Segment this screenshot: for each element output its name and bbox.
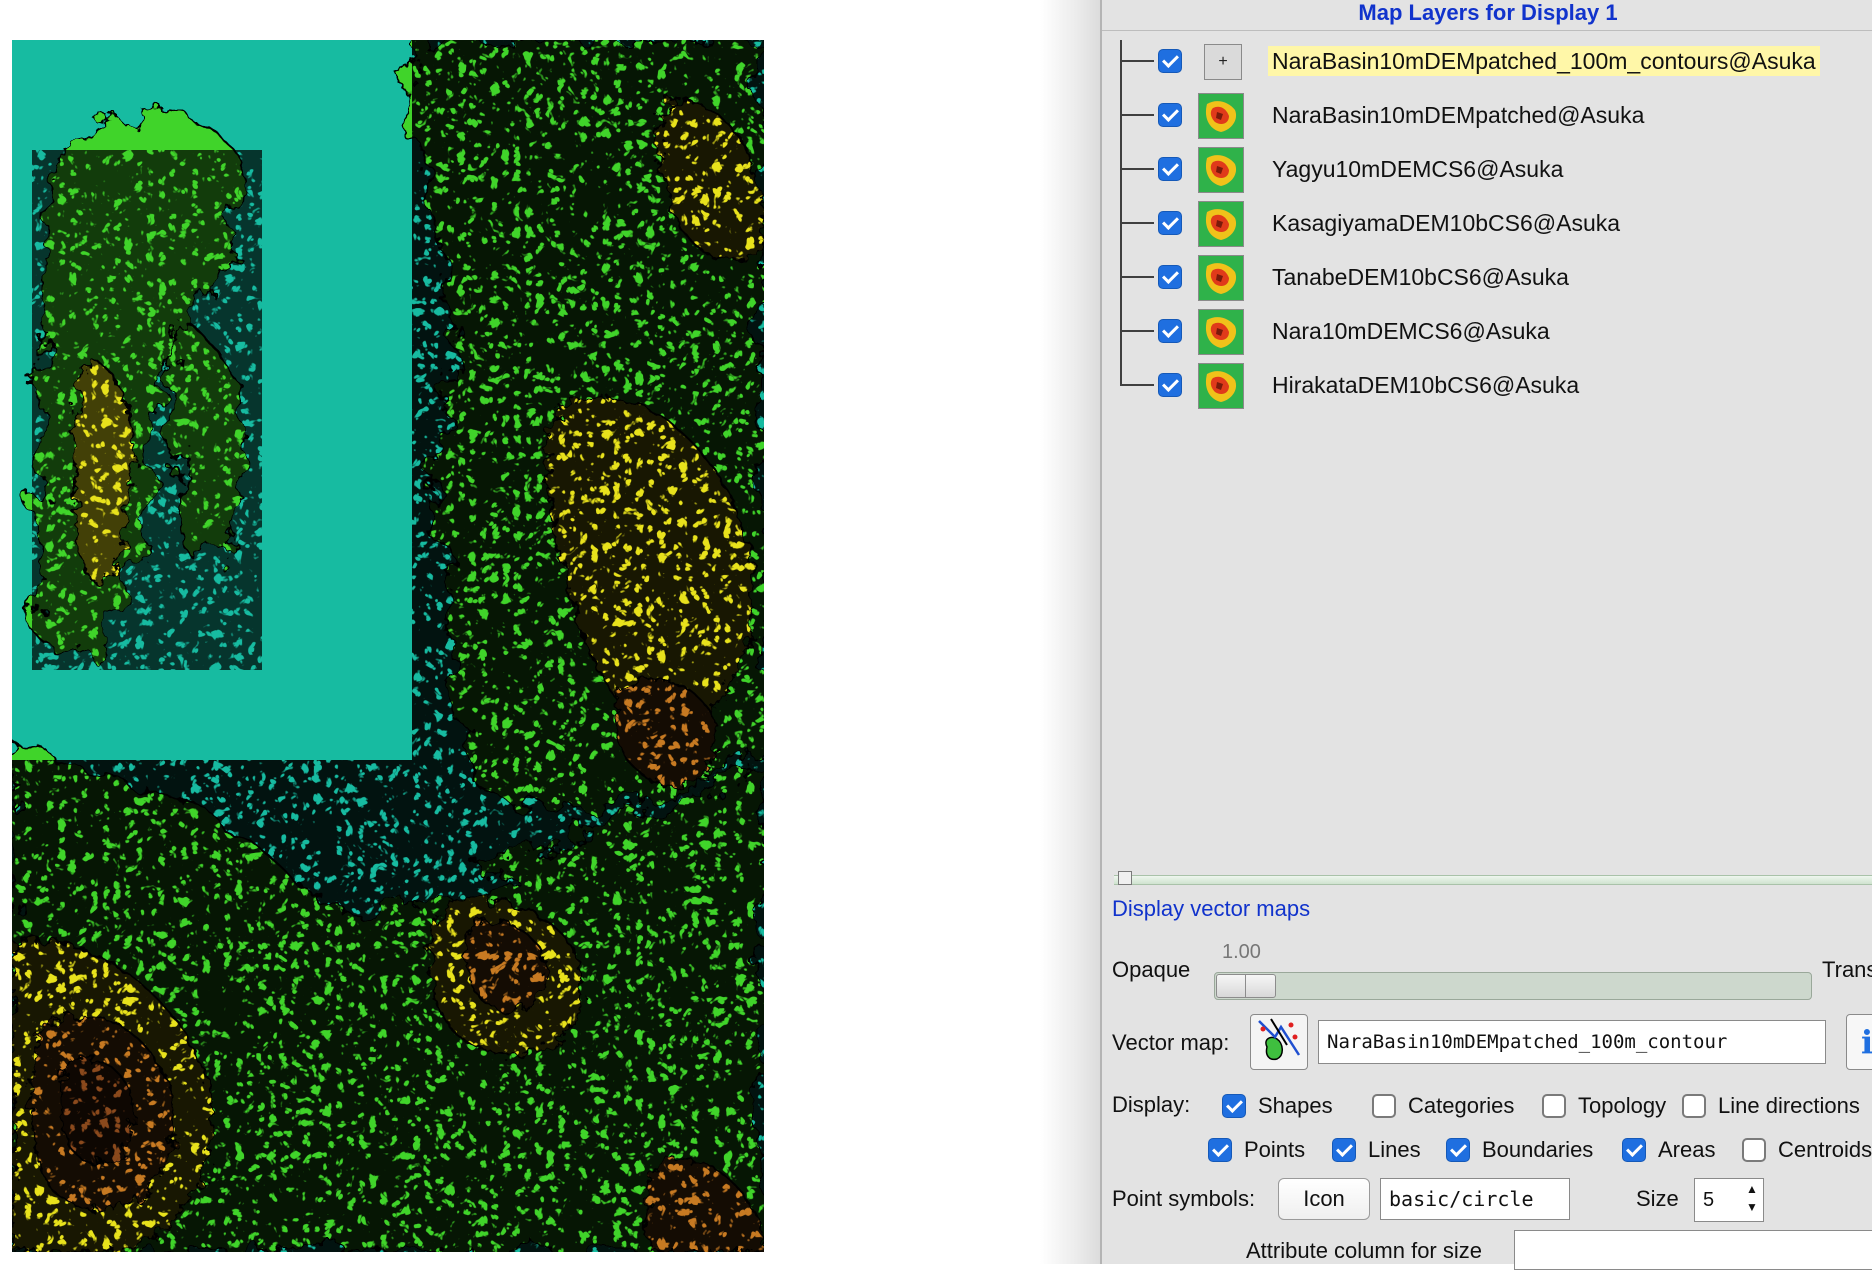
title-separator	[1102, 30, 1872, 31]
layer-name[interactable]: Nara10mDEMCS6@Asuka	[1268, 316, 1554, 346]
layer-row[interactable]: NaraBasin10mDEMpatched@Asuka	[1102, 88, 1872, 142]
areas-checkbox[interactable]	[1622, 1138, 1646, 1162]
layer-row[interactable]: + NaraBasin10mDEMpatched_100m_contours@A…	[1102, 34, 1872, 88]
pane-splitter[interactable]	[1114, 875, 1872, 885]
layer-name[interactable]: Yagyu10mDEMCS6@Asuka	[1268, 154, 1567, 184]
opacity-slider-track[interactable]	[1214, 972, 1812, 1000]
vector-map-label: Vector map:	[1112, 1030, 1230, 1055]
tree-branch	[1120, 276, 1154, 278]
stepper-down-icon[interactable]: ▼	[1742, 1198, 1762, 1216]
layer-visibility-checkbox[interactable]	[1158, 319, 1182, 343]
raster-map-icon[interactable]	[1198, 147, 1244, 193]
layer-row[interactable]: Nara10mDEMCS6@Asuka	[1102, 304, 1872, 358]
categories-checkbox[interactable]	[1372, 1094, 1396, 1118]
layer-row[interactable]: Yagyu10mDEMCS6@Asuka	[1102, 142, 1872, 196]
layer-visibility-checkbox[interactable]	[1158, 211, 1182, 235]
line-directions-checkbox[interactable]	[1682, 1094, 1706, 1118]
boundaries-label: Boundaries	[1482, 1137, 1594, 1162]
layer-name[interactable]: HirakataDEM10bCS6@Asuka	[1268, 370, 1583, 400]
tree-branch	[1120, 60, 1154, 62]
panel-title: Map Layers for Display 1	[1358, 0, 1618, 25]
layer-name[interactable]: KasagiyamaDEM10bCS6@Asuka	[1268, 208, 1624, 238]
plus-icon[interactable]: +	[1204, 44, 1242, 80]
shapes-checkbox[interactable]	[1222, 1094, 1246, 1118]
size-label: Size	[1636, 1186, 1679, 1211]
opacity-opaque-label: Opaque	[1112, 957, 1191, 982]
shapes-label: Shapes	[1258, 1093, 1333, 1118]
point-symbols-label: Point symbols:	[1112, 1186, 1256, 1211]
centroids-label: Centroids	[1778, 1137, 1872, 1162]
layer-name[interactable]: NaraBasin10mDEMpatched@Asuka	[1268, 100, 1648, 130]
points-checkbox[interactable]	[1208, 1138, 1232, 1162]
lines-label: Lines	[1368, 1137, 1421, 1162]
layer-row[interactable]: KasagiyamaDEM10bCS6@Asuka	[1102, 196, 1872, 250]
boundaries-checkbox[interactable]	[1446, 1138, 1470, 1162]
centroids-checkbox[interactable]	[1742, 1138, 1766, 1162]
opacity-slider-handle[interactable]	[1216, 974, 1276, 998]
raster-map-icon[interactable]	[1198, 309, 1244, 355]
tree-branch	[1120, 222, 1154, 224]
tree-branch	[1120, 330, 1154, 332]
layer-name[interactable]: NaraBasin10mDEMpatched_100m_contours@Asu…	[1268, 46, 1820, 76]
topology-checkbox[interactable]	[1542, 1094, 1566, 1118]
point-symbol-input[interactable]	[1380, 1178, 1570, 1220]
layer-visibility-checkbox[interactable]	[1158, 265, 1182, 289]
stepper-up-icon[interactable]: ▲	[1742, 1180, 1762, 1198]
categories-label: Categories	[1408, 1093, 1515, 1118]
raster-map-icon[interactable]	[1198, 363, 1244, 409]
layer-name[interactable]: TanabeDEM10bCS6@Asuka	[1268, 262, 1573, 292]
section-title: Display vector maps	[1112, 896, 1311, 921]
raster-map-icon[interactable]	[1198, 93, 1244, 139]
points-label: Points	[1244, 1137, 1306, 1162]
vector-map-select-button[interactable]	[1250, 1014, 1308, 1070]
tree-branch	[1120, 114, 1154, 116]
layer-visibility-checkbox[interactable]	[1158, 103, 1182, 127]
window-gutter	[1040, 0, 1100, 1264]
attribute-size-input[interactable]	[1514, 1230, 1872, 1270]
size-stepper[interactable]: ▲ ▼	[1742, 1180, 1762, 1220]
line-directions-label: Line directions	[1718, 1093, 1860, 1118]
attribute-size-label: Attribute column for size	[1246, 1238, 1482, 1263]
opacity-transparent-label: Trans	[1822, 957, 1872, 982]
layer-row[interactable]: TanabeDEM10bCS6@Asuka	[1102, 250, 1872, 304]
layer-visibility-checkbox[interactable]	[1158, 373, 1182, 397]
raster-map-icon[interactable]	[1198, 255, 1244, 301]
display-label: Display:	[1112, 1092, 1191, 1117]
layer-visibility-checkbox[interactable]	[1158, 49, 1182, 73]
layer-manager-panel: Map Layers for Display 1 + NaraBasin10mD…	[1100, 0, 1872, 1270]
tree-branch	[1120, 168, 1154, 170]
topology-label: Topology	[1578, 1093, 1667, 1118]
splitter-handle[interactable]	[1118, 871, 1132, 885]
icon-button[interactable]: Icon	[1278, 1178, 1370, 1220]
vector-map-input[interactable]	[1318, 1020, 1826, 1064]
map-canvas[interactable]	[12, 40, 764, 1252]
lines-checkbox[interactable]	[1332, 1138, 1356, 1162]
vector-map-icon	[1258, 1018, 1301, 1061]
tree-branch	[1120, 384, 1154, 386]
layer-visibility-checkbox[interactable]	[1158, 157, 1182, 181]
areas-label: Areas	[1658, 1137, 1716, 1162]
opacity-value: 1.00	[1222, 941, 1261, 963]
raster-map-icon[interactable]	[1198, 201, 1244, 247]
layer-row[interactable]: HirakataDEM10bCS6@Asuka	[1102, 358, 1872, 412]
info-button[interactable]: i	[1846, 1014, 1872, 1070]
